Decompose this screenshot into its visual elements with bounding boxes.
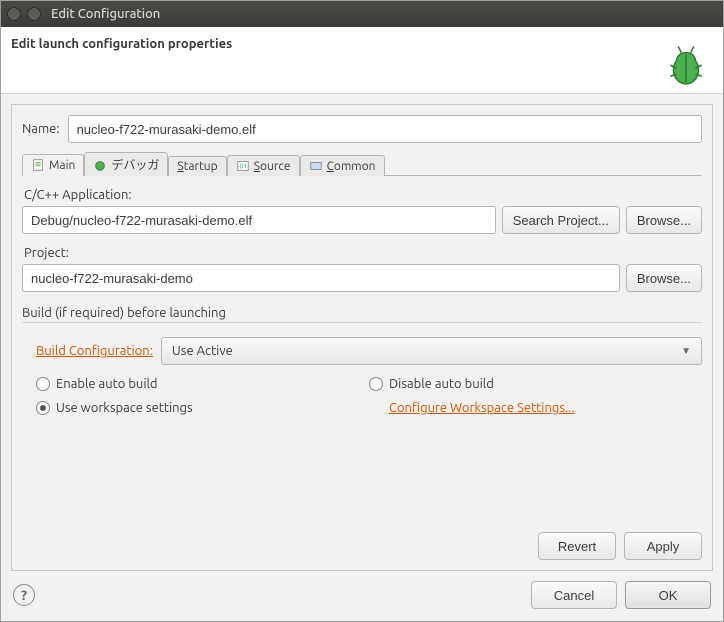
apply-button[interactable]: Apply (624, 532, 702, 560)
build-config-value: Use Active (172, 344, 233, 358)
app-label: C/C++ Application: (24, 188, 700, 202)
tab-bar: Main デバッガ Startup 01 Source Common (22, 151, 702, 176)
tab-startup-label: Startup (177, 160, 217, 173)
tab-main-label: Main (49, 159, 75, 172)
bug-icon (661, 37, 711, 87)
radio-icon (369, 377, 383, 391)
radio-use-workspace[interactable]: Use workspace settings (36, 401, 369, 415)
dialog-window: Edit Configuration Edit launch configura… (0, 0, 724, 622)
tab-common[interactable]: Common (300, 155, 385, 176)
header-title: Edit launch configuration properties (11, 37, 232, 51)
window-title: Edit Configuration (51, 7, 160, 21)
tab-debugger-label: デバッガ (111, 156, 159, 173)
tab-debugger[interactable]: デバッガ (84, 152, 168, 176)
cancel-button[interactable]: Cancel (531, 581, 617, 609)
browse-project-button[interactable]: Browse... (626, 264, 702, 292)
build-group: Build Configuration: Use Active ▼ Enable… (22, 329, 702, 415)
build-config-row: Build Configuration: Use Active ▼ (36, 337, 702, 365)
document-icon (31, 158, 45, 172)
bug-small-icon (93, 158, 107, 172)
project-input[interactable] (22, 264, 620, 292)
enable-auto-label: Enable auto build (56, 377, 158, 391)
config-panel: Name: Main デバッガ Startup 01 Source (11, 104, 713, 571)
content-area: Name: Main デバッガ Startup 01 Source (1, 94, 723, 571)
close-icon[interactable] (7, 7, 21, 21)
source-icon: 01 (236, 159, 250, 173)
configure-workspace-link[interactable]: Configure Workspace Settings... (389, 401, 575, 415)
tab-main[interactable]: Main (22, 154, 84, 176)
build-config-select[interactable]: Use Active ▼ (161, 337, 702, 365)
build-options: Enable auto build Disable auto build Use… (36, 377, 702, 415)
radio-enable-auto-build[interactable]: Enable auto build (36, 377, 369, 391)
ok-button[interactable]: OK (625, 581, 711, 609)
use-workspace-label: Use workspace settings (56, 401, 193, 415)
build-config-label[interactable]: Build Configuration: (36, 344, 153, 358)
radio-icon (36, 377, 50, 391)
help-icon[interactable]: ? (13, 584, 35, 606)
radio-disable-auto-build[interactable]: Disable auto build (369, 377, 702, 391)
dialog-footer: ? Cancel OK (1, 571, 723, 621)
disable-auto-label: Disable auto build (389, 377, 494, 391)
search-project-button[interactable]: Search Project... (502, 206, 620, 234)
build-group-label: Build (if required) before launching (22, 306, 702, 323)
common-icon (309, 159, 323, 173)
configure-workspace-link-row: Configure Workspace Settings... (369, 401, 702, 415)
tab-source-label: Source (254, 160, 291, 173)
browse-app-button[interactable]: Browse... (626, 206, 702, 234)
titlebar: Edit Configuration (1, 1, 723, 27)
panel-buttons: Revert Apply (22, 522, 702, 560)
tab-startup[interactable]: Startup (168, 156, 226, 176)
tab-source[interactable]: 01 Source (227, 155, 300, 176)
app-row: Search Project... Browse... (22, 206, 702, 234)
project-label: Project: (24, 246, 700, 260)
minimize-icon[interactable] (27, 7, 41, 21)
tab-common-label: Common (327, 160, 376, 173)
chevron-down-icon: ▼ (681, 345, 691, 357)
name-input[interactable] (68, 115, 702, 143)
project-row: Browse... (22, 264, 702, 292)
name-label: Name: (22, 122, 60, 136)
radio-selected-icon (36, 401, 50, 415)
dialog-header: Edit launch configuration properties (1, 27, 723, 94)
application-input[interactable] (22, 206, 496, 234)
name-row: Name: (22, 115, 702, 143)
svg-text:01: 01 (239, 163, 247, 171)
revert-button[interactable]: Revert (538, 532, 616, 560)
